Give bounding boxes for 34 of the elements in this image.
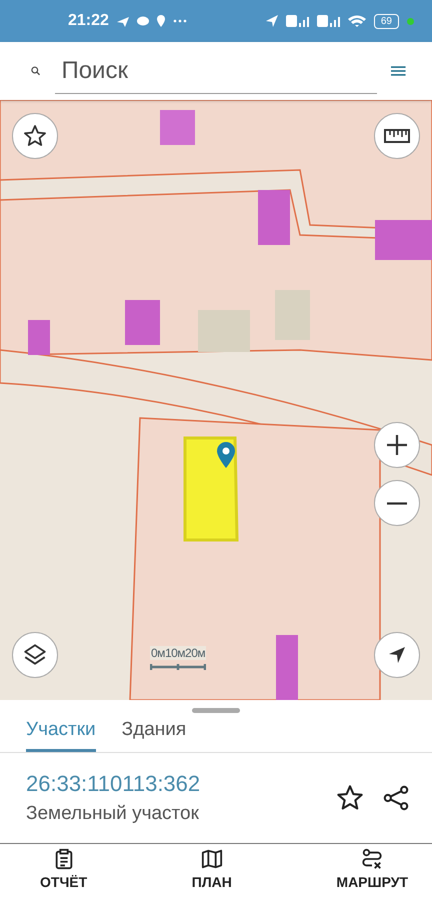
- scale-bar: [150, 664, 206, 670]
- nav-button[interactable]: МАРШРУТ: [336, 844, 408, 910]
- nav-button[interactable]: ОТЧЁТ: [40, 844, 88, 910]
- ruler-icon: [384, 129, 410, 143]
- star-icon: [23, 124, 47, 148]
- cell-signal-icon: [316, 15, 340, 27]
- cadastral-number[interactable]: 26:33:110113:362: [26, 771, 318, 797]
- plus-icon: [385, 433, 409, 457]
- parcel-type: Земельный участок: [26, 803, 200, 825]
- battery-indicator: 69: [374, 14, 399, 28]
- more-icon: [172, 19, 187, 23]
- route-icon: [361, 848, 384, 870]
- scale-label: 20м: [185, 646, 206, 660]
- wifi-icon: [348, 15, 366, 27]
- nav-button[interactable]: ПЛАН: [192, 844, 232, 910]
- navigation-arrow-icon: [387, 645, 407, 665]
- cell-signal-icon: [286, 15, 309, 27]
- paper-plane-icon: [116, 16, 129, 26]
- map-icon: [200, 848, 223, 870]
- location-pin-icon: [217, 442, 235, 468]
- chat-bubble-icon: [136, 16, 149, 26]
- clock: 21:22: [68, 12, 109, 30]
- location-pin-icon: [156, 15, 165, 27]
- scale-label: 10м: [164, 646, 186, 660]
- scale-label: 0м: [151, 646, 165, 660]
- search-field[interactable]: Поиск: [55, 48, 378, 94]
- minus-icon: [386, 502, 408, 504]
- charging-dot: [407, 18, 414, 24]
- share-icon[interactable]: [382, 784, 410, 812]
- favorite-star-icon[interactable]: [336, 784, 364, 812]
- tab[interactable]: Участки: [26, 715, 96, 752]
- location-arrow-icon: [266, 15, 278, 27]
- drag-handle[interactable]: [192, 708, 240, 713]
- tab[interactable]: Здания: [122, 715, 186, 752]
